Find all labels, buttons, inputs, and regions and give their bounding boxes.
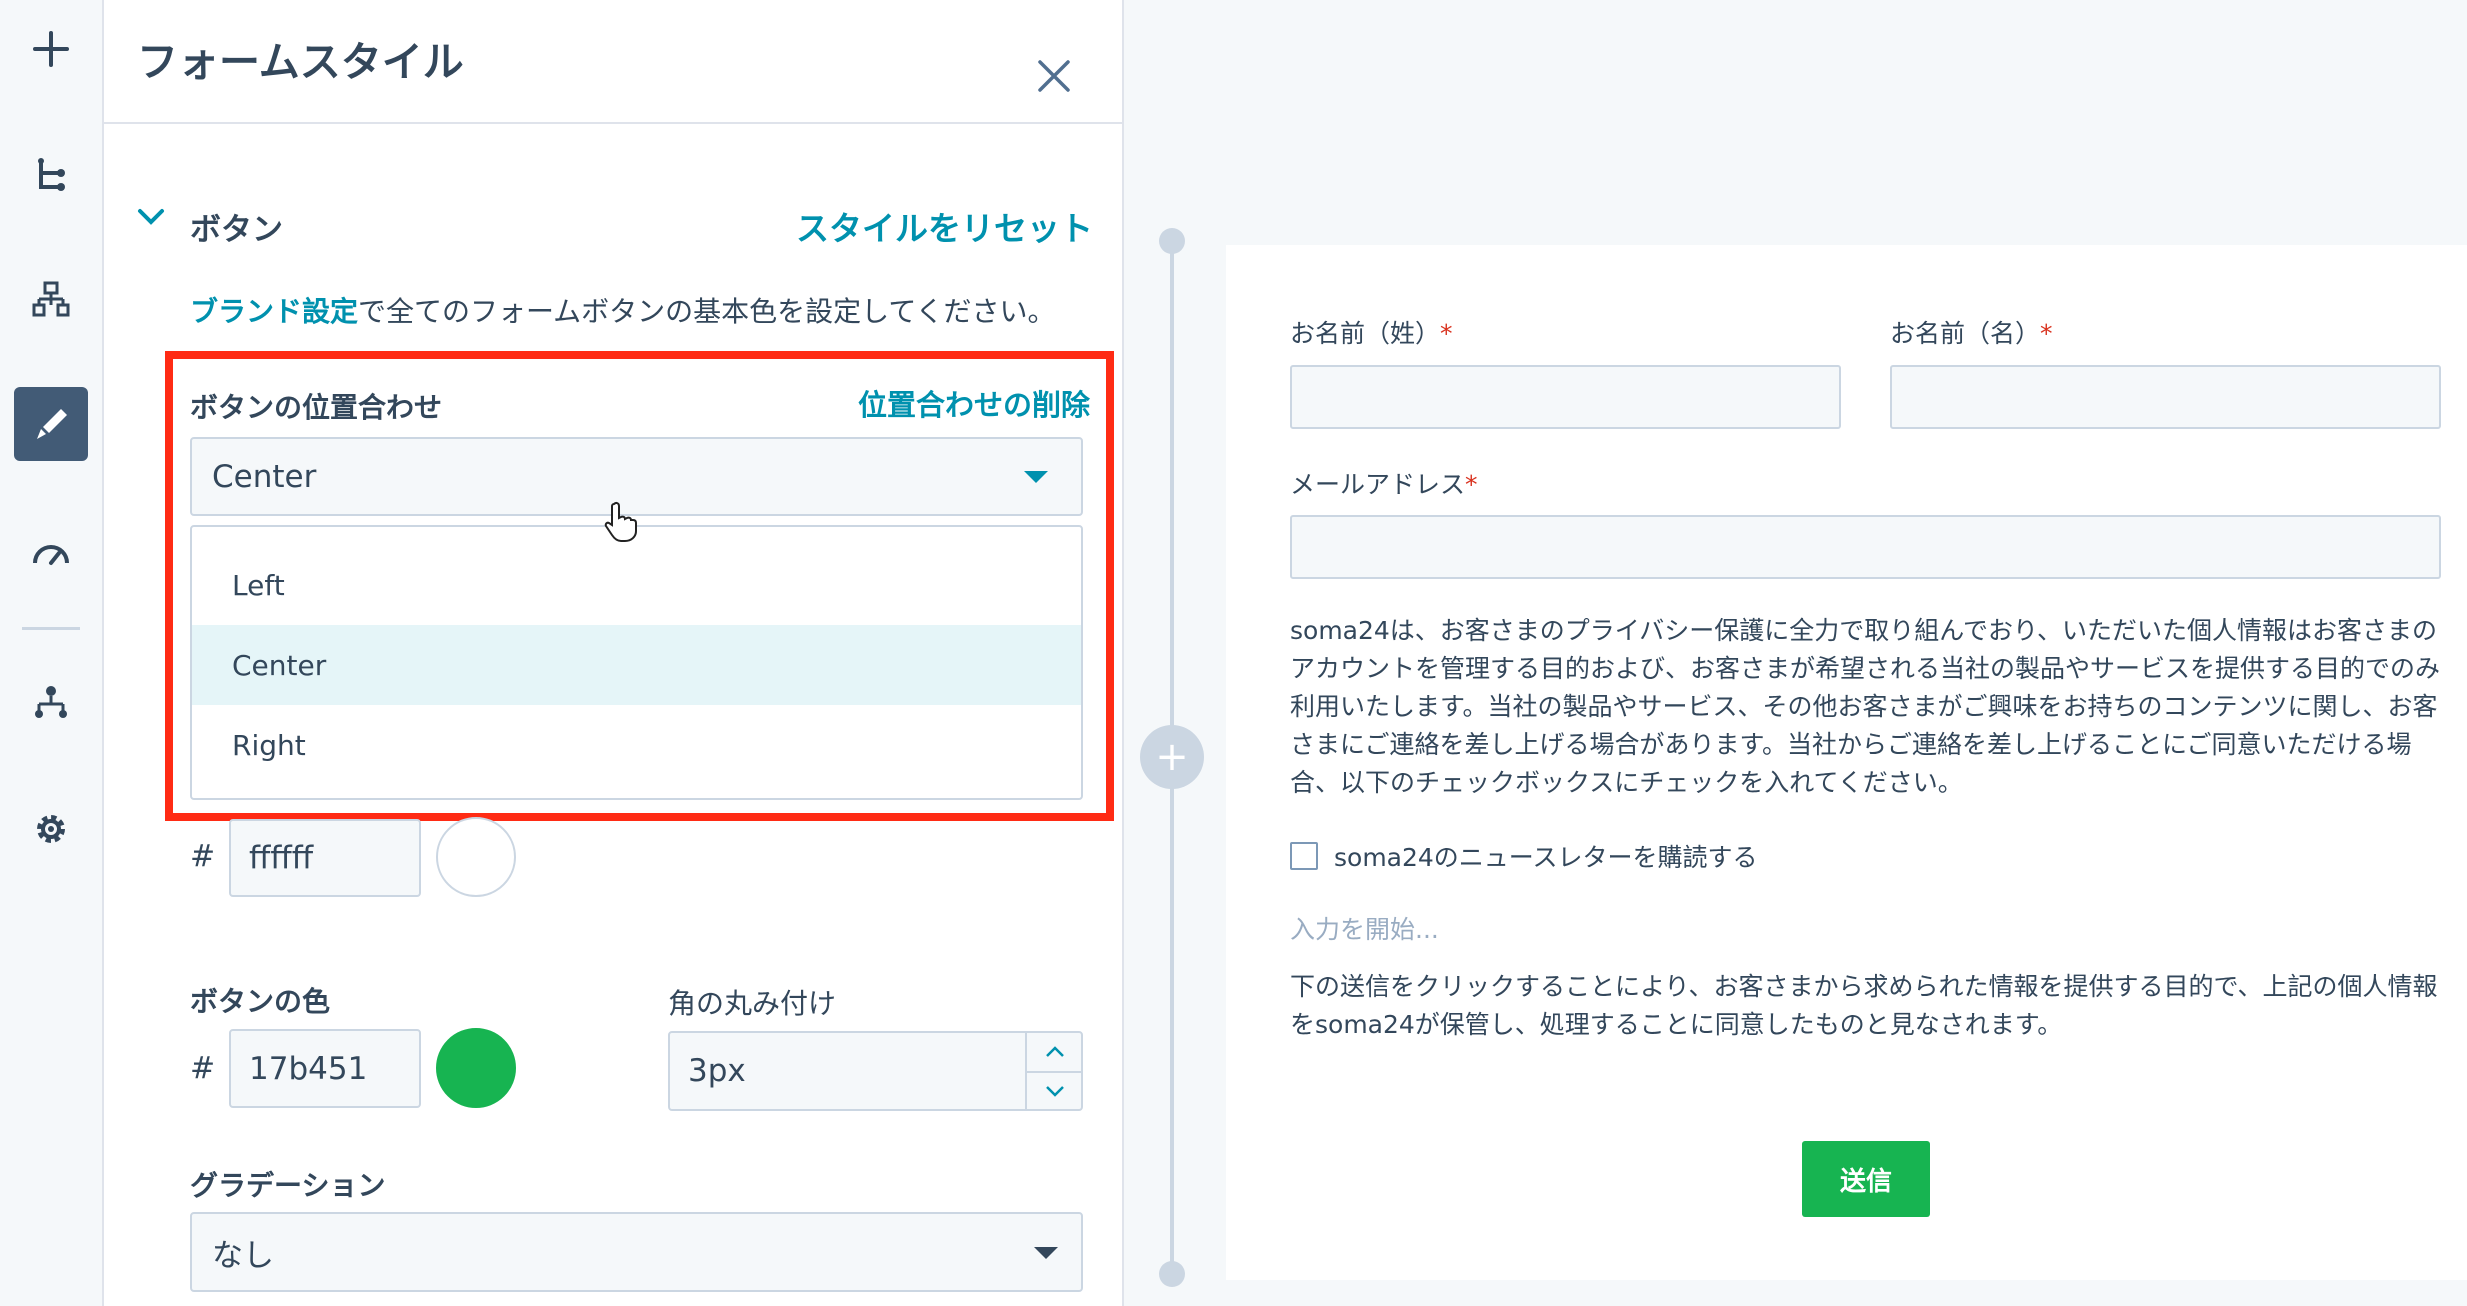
network-icon[interactable] bbox=[14, 666, 88, 740]
caret-down-icon bbox=[1024, 471, 1048, 483]
corner-radius-label: 角の丸み付け bbox=[668, 987, 837, 1020]
brand-settings-link[interactable]: ブランド設定 bbox=[190, 295, 358, 328]
gradient-select-value: なし bbox=[212, 1237, 274, 1274]
text-color-input[interactable]: ffffff bbox=[229, 819, 421, 897]
caret-down-icon bbox=[1034, 1247, 1058, 1259]
button-color-label: ボタンの色 bbox=[190, 985, 331, 1018]
text-color-swatch[interactable] bbox=[436, 817, 516, 897]
reset-style-link[interactable]: スタイルをリセット bbox=[796, 202, 1093, 250]
brush-icon[interactable] bbox=[14, 387, 88, 461]
help-text: ブランド設定で全てのフォームボタンの基本色を設定してください。 bbox=[190, 290, 1056, 330]
corner-radius-value: 3px bbox=[688, 1053, 746, 1089]
hash-symbol: # bbox=[190, 1051, 216, 1086]
chevron-up-icon[interactable] bbox=[1027, 1033, 1083, 1071]
rail-dot-top bbox=[1159, 228, 1185, 254]
button-color-swatch[interactable] bbox=[436, 1028, 516, 1108]
consent-text: 下の送信をクリックすることにより、お客さまから求められた情報を提供する目的で、上… bbox=[1290, 972, 2438, 1039]
gradient-select[interactable]: なし bbox=[190, 1212, 1083, 1292]
close-icon[interactable] bbox=[1032, 54, 1076, 98]
gradient-label: グラデーション bbox=[190, 1169, 386, 1202]
first-name-input[interactable] bbox=[1890, 365, 2441, 429]
rich-text-placeholder[interactable]: 入力を開始... bbox=[1290, 910, 1439, 946]
newsletter-checkbox[interactable] bbox=[1290, 842, 1318, 870]
corner-radius-stepper[interactable] bbox=[1025, 1033, 1083, 1109]
alignment-select-value: Center bbox=[212, 458, 317, 495]
corner-radius-input[interactable]: 3px bbox=[668, 1031, 1083, 1111]
chevron-down-icon[interactable] bbox=[136, 205, 166, 233]
section-title: ボタン bbox=[190, 212, 283, 248]
alignment-dropdown-menu: Left Center Right bbox=[190, 525, 1083, 800]
add-section-icon[interactable]: + bbox=[1140, 725, 1204, 789]
clear-alignment-link[interactable]: 位置合わせの削除 bbox=[858, 382, 1090, 424]
rail-dot-bottom bbox=[1159, 1261, 1185, 1287]
newsletter-checkbox-row[interactable]: soma24のニュースレターを購読する bbox=[1290, 838, 1758, 874]
privacy-text: soma24は、お客さまのプライバシー保護に全力で取り組んでおり、いただいた個人… bbox=[1290, 616, 2441, 797]
alignment-label: ボタンの位置合わせ bbox=[190, 391, 443, 424]
help-text-rest: で全てのフォームボタンの基本色を設定してください。 bbox=[358, 295, 1056, 328]
panel-header: フォームスタイル bbox=[104, 0, 1122, 124]
newsletter-label: soma24のニュースレターを購読する bbox=[1334, 843, 1758, 872]
last-name-input[interactable] bbox=[1290, 365, 1841, 429]
hash-symbol: # bbox=[190, 839, 216, 874]
dropdown-option-center[interactable]: Center bbox=[192, 625, 1081, 705]
first-name-label: お名前（名）* bbox=[1890, 319, 2053, 348]
dropdown-option-left[interactable]: Left bbox=[192, 545, 1081, 625]
submit-button[interactable]: 送信 bbox=[1802, 1141, 1930, 1217]
gauge-icon[interactable] bbox=[14, 516, 88, 590]
gear-icon[interactable] bbox=[14, 792, 88, 866]
left-toolbar bbox=[0, 0, 104, 1306]
sitemap-icon[interactable] bbox=[14, 262, 88, 336]
panel-title: フォームスタイル bbox=[137, 38, 464, 86]
hand-cursor-icon bbox=[604, 500, 640, 546]
rail-divider bbox=[22, 627, 80, 630]
add-icon[interactable] bbox=[14, 12, 88, 86]
chevron-down-icon[interactable] bbox=[1027, 1071, 1083, 1109]
dropdown-option-right[interactable]: Right bbox=[192, 705, 1081, 785]
email-label: メールアドレス* bbox=[1290, 470, 1478, 499]
email-input[interactable] bbox=[1290, 515, 2441, 579]
last-name-label: お名前（姓）* bbox=[1290, 319, 1453, 348]
tree-icon[interactable] bbox=[14, 138, 88, 212]
button-color-input[interactable]: 17b451 bbox=[229, 1029, 421, 1108]
